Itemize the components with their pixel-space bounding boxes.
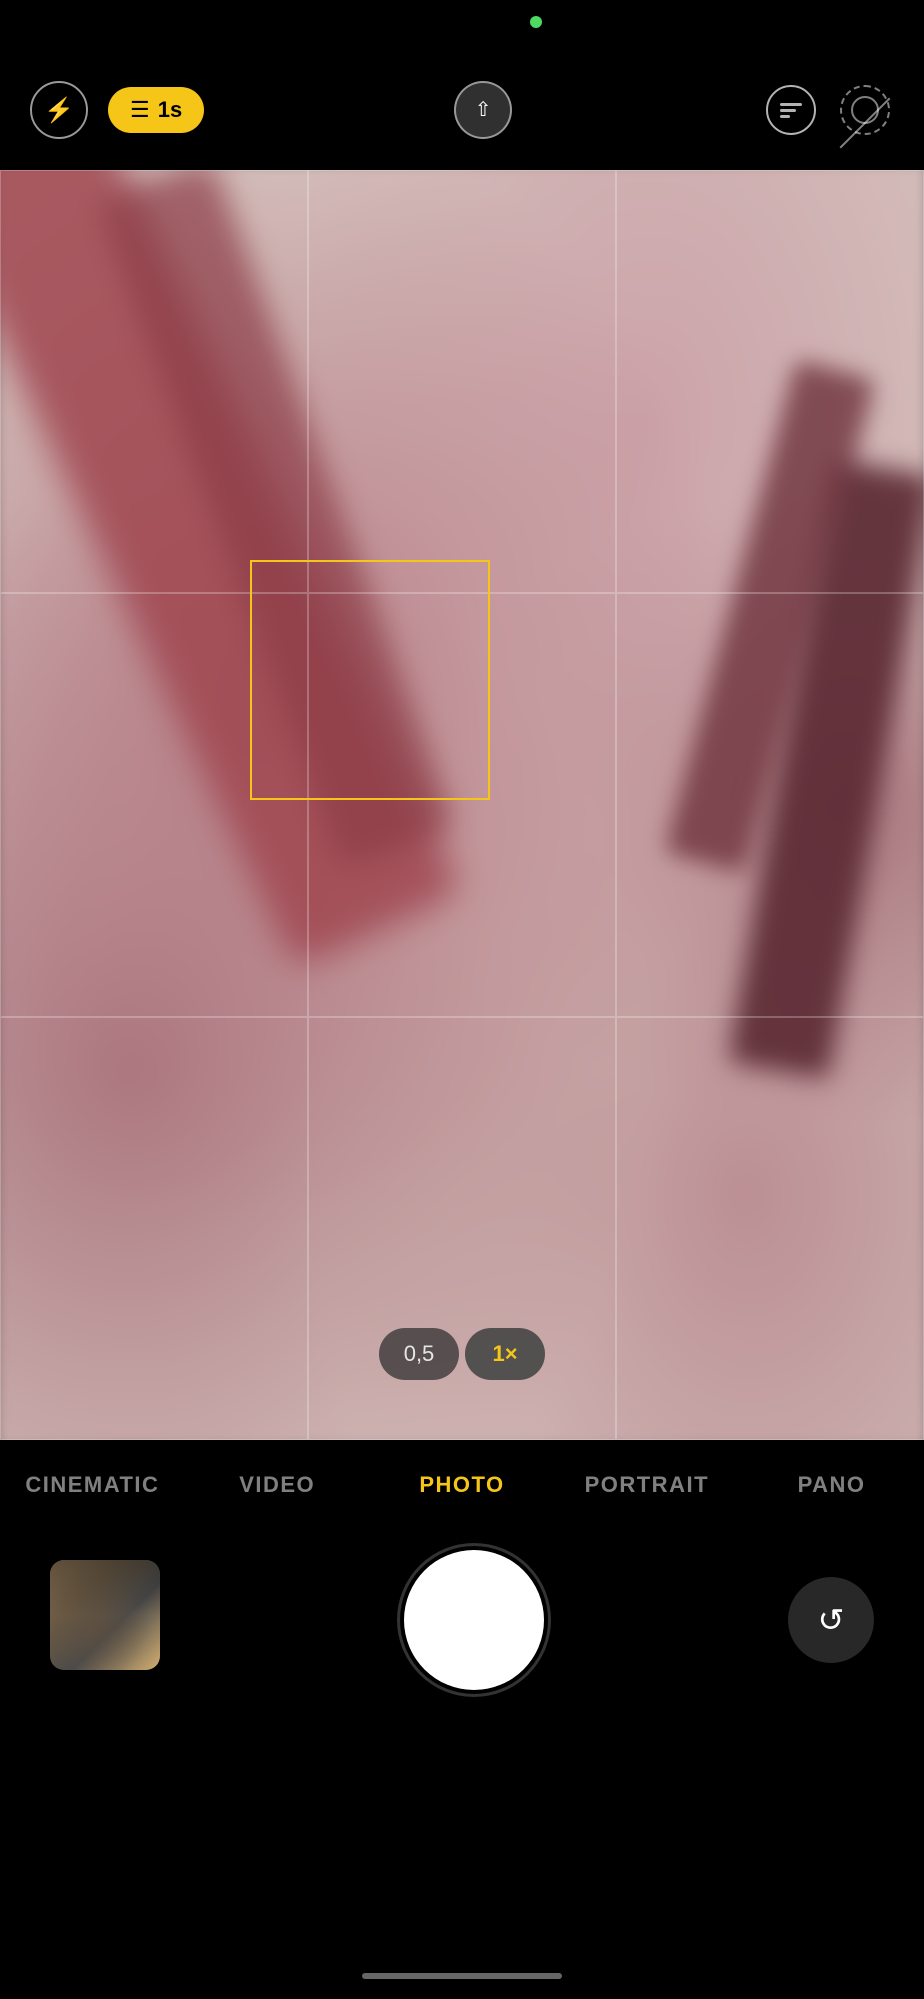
zoom-1x-button[interactable]: 1× <box>465 1328 545 1380</box>
top-right-controls <box>762 81 894 139</box>
bottom-controls: ↺ <box>0 1530 924 1870</box>
timer-button[interactable]: ☰ 1s <box>108 87 204 133</box>
status-bar <box>0 0 924 50</box>
zoom-controls: 0,5 1× <box>379 1328 545 1380</box>
no-photo-icon <box>840 85 890 135</box>
chevron-up-button[interactable]: ⇧ <box>454 81 512 139</box>
mode-pano-label: PANO <box>798 1472 866 1497</box>
mode-video-label: VIDEO <box>239 1472 315 1497</box>
viewfinder[interactable]: 0,5 1× <box>0 170 924 1440</box>
mode-video[interactable]: VIDEO <box>185 1462 370 1508</box>
mode-photo[interactable]: PHOTO <box>370 1462 555 1508</box>
photo-thumbnail[interactable] <box>50 1560 160 1670</box>
shutter-inner <box>413 1559 535 1681</box>
top-controls: ⚡ ☰ 1s ⇧ <box>0 50 924 170</box>
live-photo-button[interactable] <box>762 81 820 139</box>
flip-camera-button[interactable]: ↺ <box>788 1577 874 1663</box>
mode-selector: CINEMATIC VIDEO PHOTO PORTRAIT PANO <box>0 1440 924 1530</box>
mode-portrait-label: PORTRAIT <box>585 1472 709 1497</box>
no-photo-circle <box>851 96 879 124</box>
mode-portrait[interactable]: PORTRAIT <box>554 1462 739 1508</box>
timer-value: 1s <box>158 97 182 123</box>
zoom-05-button[interactable]: 0,5 <box>379 1328 459 1380</box>
live-photo-lines <box>780 103 802 118</box>
flash-button[interactable]: ⚡ <box>30 81 88 139</box>
live-photo-icon <box>766 85 816 135</box>
mode-pano[interactable]: PANO <box>739 1462 924 1508</box>
thumbnail-image <box>50 1560 160 1670</box>
zoom-1x-label: 1× <box>492 1341 517 1367</box>
home-indicator <box>362 1973 562 1979</box>
live-line-1 <box>780 103 802 106</box>
no-photo-button[interactable] <box>836 81 894 139</box>
live-line-2 <box>780 109 796 112</box>
timer-icon: ☰ <box>130 97 150 123</box>
shutter-button[interactable] <box>404 1550 544 1690</box>
zoom-05-label: 0,5 <box>404 1341 435 1367</box>
mode-cinematic[interactable]: CINEMATIC <box>0 1462 185 1508</box>
live-photo-inner <box>780 103 802 118</box>
flash-icon: ⚡ <box>44 96 74 125</box>
top-left-controls: ⚡ ☰ 1s <box>30 81 204 139</box>
mode-cinematic-label: CINEMATIC <box>25 1472 159 1497</box>
live-line-3 <box>780 115 790 118</box>
camera-background <box>0 170 924 1440</box>
status-indicator <box>530 16 542 28</box>
rotate-icon: ↺ <box>818 1601 845 1639</box>
chevron-up-icon: ⇧ <box>475 100 492 120</box>
mode-photo-label: PHOTO <box>419 1472 504 1497</box>
no-photo-line <box>840 98 891 149</box>
